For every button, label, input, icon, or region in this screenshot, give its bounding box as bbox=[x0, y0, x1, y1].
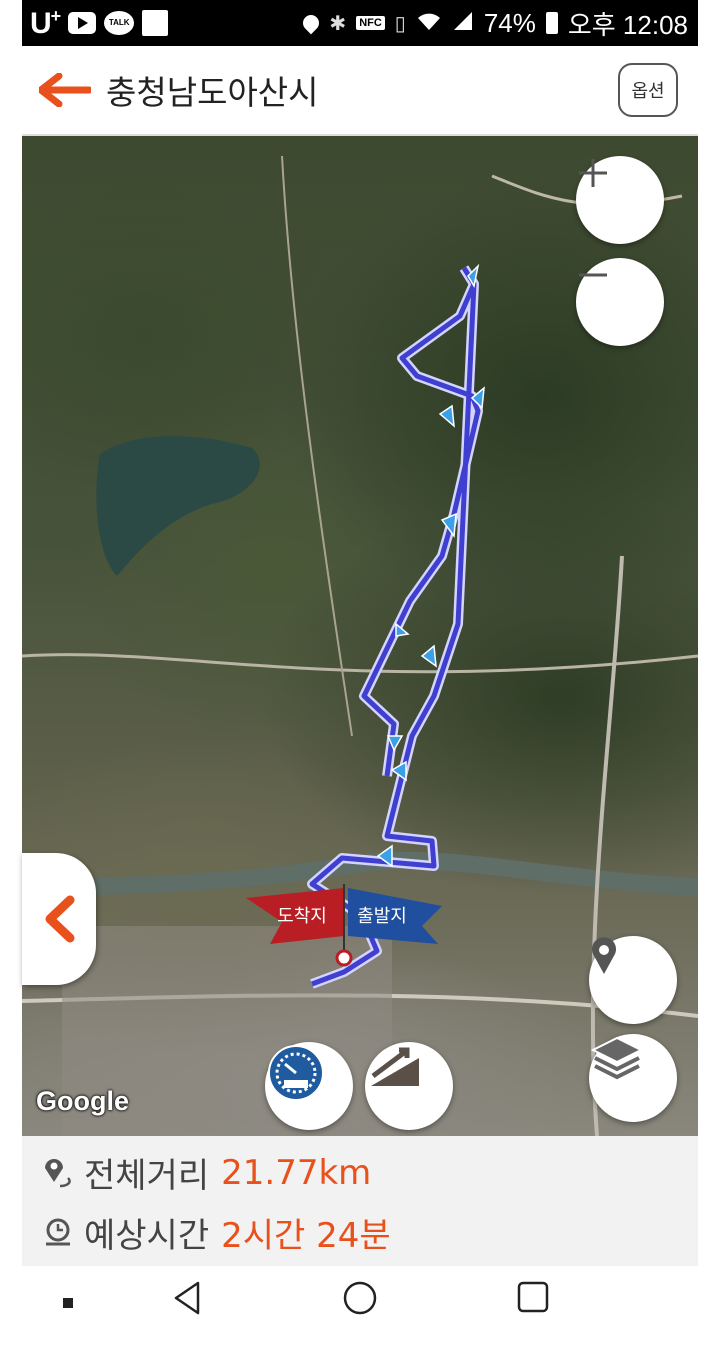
carrier-label: U+ bbox=[30, 5, 61, 40]
notification-icon bbox=[142, 10, 169, 36]
departure-flag-label: 출발지 bbox=[357, 906, 407, 927]
route-info-panel: 전체거리 21.77km 예상시간 2시간 24분 bbox=[22, 1136, 698, 1266]
location-status-icon bbox=[300, 11, 323, 35]
direction-arrow bbox=[420, 644, 437, 668]
zoom-out-button[interactable] bbox=[576, 258, 664, 346]
wifi-icon bbox=[416, 8, 442, 39]
speed-button[interactable] bbox=[265, 1042, 353, 1130]
battery-percent: 74% bbox=[483, 7, 536, 38]
altitude-button[interactable] bbox=[365, 1042, 453, 1130]
location-pin-icon bbox=[592, 937, 616, 974]
recents-button[interactable] bbox=[516, 1280, 550, 1318]
option-label: 옵션 bbox=[631, 81, 665, 102]
square-dot-icon bbox=[63, 1298, 73, 1308]
navigation-bar bbox=[0, 1268, 720, 1351]
app-header: 충청남도아산시 옵션 bbox=[22, 46, 698, 136]
back-triangle-icon bbox=[174, 1281, 200, 1315]
distance-value: 21.77km bbox=[221, 1152, 372, 1193]
clock: 오후 12:08 bbox=[567, 9, 688, 40]
my-location-button[interactable] bbox=[589, 936, 677, 1024]
vibrate-icon: ▯ bbox=[394, 12, 406, 35]
distance-label: 전체거리 bbox=[84, 1156, 210, 1196]
arrival-flag-label: 도착지 bbox=[277, 906, 327, 927]
side-panel-toggle[interactable] bbox=[22, 853, 96, 985]
time-row: 예상시간 2시간 24분 bbox=[42, 1208, 391, 1257]
option-button[interactable]: 옵션 bbox=[618, 63, 678, 117]
bluetooth-icon: ✱ bbox=[329, 12, 347, 35]
plus-icon bbox=[579, 159, 607, 187]
home-button[interactable] bbox=[342, 1280, 378, 1320]
signal-icon bbox=[452, 8, 474, 39]
time-value: 2시간 24분 bbox=[221, 1216, 391, 1256]
nav-back-button[interactable] bbox=[172, 1280, 202, 1320]
road bbox=[22, 653, 698, 674]
home-circle-icon bbox=[343, 1281, 377, 1315]
distance-row: 전체거리 21.77km bbox=[42, 1148, 371, 1197]
back-arrow-icon bbox=[39, 73, 91, 107]
direction-arrow bbox=[438, 404, 455, 428]
lake bbox=[96, 435, 260, 576]
speedometer-icon bbox=[268, 1045, 324, 1101]
minus-icon bbox=[579, 273, 607, 277]
status-bar: U+ TALK ✱ NFC ▯ 74% 오후 12:08 bbox=[22, 0, 698, 46]
route-distance-icon bbox=[45, 1158, 71, 1187]
zoom-in-button[interactable] bbox=[576, 156, 664, 244]
map-layers-button[interactable] bbox=[589, 1034, 677, 1122]
battery-icon bbox=[545, 12, 558, 34]
map-view[interactable]: 도착지 출발지 Google bbox=[22, 136, 698, 1136]
clock-icon bbox=[46, 1218, 70, 1245]
road bbox=[281, 155, 353, 737]
time-label: 예상시간 bbox=[84, 1216, 210, 1256]
chevron-left-icon bbox=[45, 895, 75, 943]
layers-icon bbox=[590, 1036, 644, 1080]
kakaotalk-icon: TALK bbox=[104, 11, 135, 35]
youtube-icon bbox=[68, 12, 97, 34]
page-title: 충청남도아산시 bbox=[106, 73, 319, 112]
back-button[interactable] bbox=[30, 55, 100, 125]
altitude-icon bbox=[371, 1047, 419, 1086]
route-outline bbox=[307, 265, 483, 989]
recents-square-icon bbox=[517, 1281, 549, 1313]
departure-flag: 출발지 bbox=[348, 888, 442, 944]
menu-button[interactable] bbox=[62, 1294, 74, 1313]
google-attribution: Google bbox=[36, 1086, 129, 1116]
nfc-icon: NFC bbox=[356, 16, 385, 30]
